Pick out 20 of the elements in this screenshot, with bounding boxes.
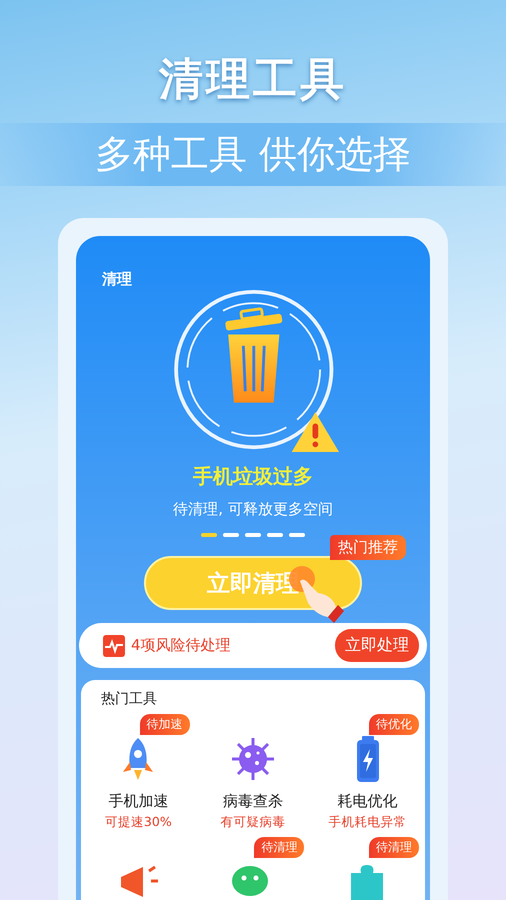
status-text: 待清理, 可释放更多空间 [173, 500, 333, 519]
card-label: 清理 [102, 270, 132, 289]
tool-badge: 待优化 [368, 714, 419, 735]
tool-badge: 待清理 [368, 837, 419, 858]
promo-tag: 热门推荐 [330, 535, 406, 560]
headline: 清理工具 [159, 53, 347, 107]
handle-now-button[interactable]: 立即处理 [335, 629, 419, 662]
tool-note: 手机耗电异常 [328, 814, 407, 831]
subheadline-banner: 多种工具 供你选择 [0, 123, 506, 186]
status-title: 手机垃圾过多 [193, 463, 313, 490]
tool-name[interactable]: 手机加速 [108, 792, 168, 811]
pulse-icon [103, 634, 125, 656]
tool-note: 有可疑病毒 [220, 814, 286, 831]
tool-name[interactable]: 耗电优化 [338, 792, 398, 811]
tool-badge: 待清理 [254, 837, 304, 858]
tool-note: 可提速30% [104, 814, 172, 831]
tool-name[interactable]: 病毒查杀 [222, 792, 283, 811]
tool-badge: 待加速 [140, 714, 190, 735]
panel-title: 热门工具 [101, 690, 158, 708]
risk-text: 4项风险待处理 [131, 636, 232, 655]
